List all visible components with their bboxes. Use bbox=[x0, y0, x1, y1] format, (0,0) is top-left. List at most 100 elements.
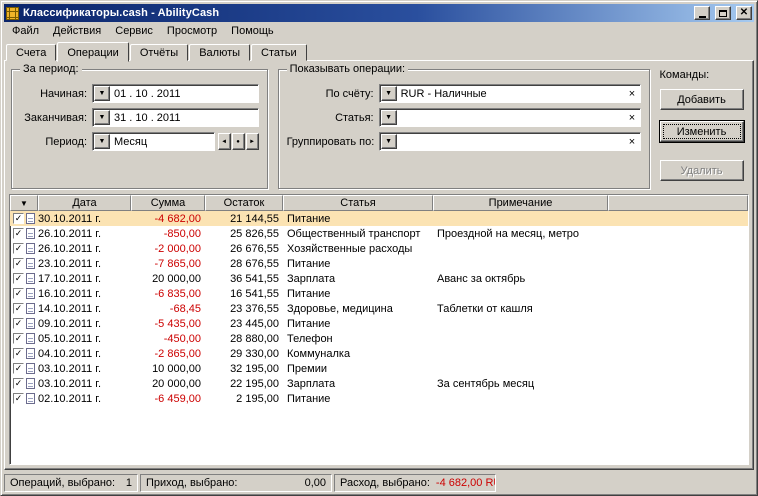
table-row[interactable]: ✓ 04.10.2011 г. -2 865,00 29 330,00 Комм… bbox=[10, 346, 748, 361]
edit-button[interactable]: Изменить bbox=[659, 121, 744, 142]
show-operations-group-title: Показывать операции: bbox=[286, 63, 409, 75]
row-balance: 28 676,55 bbox=[230, 257, 279, 270]
row-amount: 20 000,00 bbox=[152, 377, 201, 390]
row-checkbox[interactable]: ✓ bbox=[13, 393, 24, 404]
row-amount: 10 000,00 bbox=[152, 362, 201, 375]
end-date-dropdown-icon[interactable]: ▼ bbox=[94, 110, 110, 125]
account-dropdown-icon[interactable]: ▼ bbox=[380, 86, 397, 101]
operations-table: ▼ Дата Сумма Остаток Статья Примечание ✓… bbox=[9, 194, 749, 465]
table-row[interactable]: ✓ 03.10.2011 г. 20 000,00 22 195,00 Зарп… bbox=[10, 376, 748, 391]
row-balance: 23 445,00 bbox=[230, 317, 279, 330]
account-filter-field[interactable]: ▼ RUR - Наличные × bbox=[378, 84, 641, 103]
category-dropdown-icon[interactable]: ▼ bbox=[380, 110, 397, 125]
status-bar: Операций, выбрано: 1 Приход, выбрано: 0,… bbox=[4, 470, 754, 492]
row-checkbox[interactable]: ✓ bbox=[13, 348, 24, 359]
table-row[interactable]: ✓ 05.10.2011 г. -450,00 28 880,00 Телефо… bbox=[10, 331, 748, 346]
add-button[interactable]: Добавить bbox=[659, 89, 744, 110]
tab-operations[interactable]: Операции bbox=[57, 42, 129, 62]
tab-currencies[interactable]: Валюты bbox=[189, 44, 251, 61]
row-category: Телефон bbox=[287, 332, 333, 345]
table-row[interactable]: ✓ 23.10.2011 г. -7 865,00 28 676,55 Пита… bbox=[10, 256, 748, 271]
row-checkbox[interactable]: ✓ bbox=[13, 258, 24, 269]
maximize-button[interactable] bbox=[715, 6, 731, 20]
filter-column-header[interactable]: ▼ bbox=[10, 195, 38, 211]
row-amount: -4 682,00 bbox=[154, 212, 201, 225]
row-amount: -2 865,00 bbox=[154, 347, 201, 360]
row-balance: 26 676,55 bbox=[230, 242, 279, 255]
filter-area: За период: Начиная: ▼ 01 . 10 . 2011 Зак… bbox=[9, 63, 749, 189]
row-category: Коммуналка bbox=[287, 347, 351, 360]
row-checkbox[interactable]: ✓ bbox=[13, 333, 24, 344]
row-date: 26.10.2011 г. bbox=[38, 242, 102, 255]
row-category: Общественный транспорт bbox=[287, 227, 421, 240]
row-checkbox[interactable]: ✓ bbox=[13, 303, 24, 314]
row-checkbox[interactable]: ✓ bbox=[13, 363, 24, 374]
start-date-dropdown-icon[interactable]: ▼ bbox=[94, 86, 110, 101]
app-icon bbox=[6, 6, 19, 20]
period-current-icon[interactable]: ● bbox=[231, 133, 245, 150]
start-date-value: 01 . 10 . 2011 bbox=[114, 88, 181, 100]
start-date-field[interactable]: ▼ 01 . 10 . 2011 bbox=[92, 84, 259, 103]
row-category: Зарплата bbox=[287, 377, 336, 390]
menu-item-file[interactable]: Файл bbox=[5, 23, 46, 40]
tab-accounts[interactable]: Счета bbox=[6, 44, 57, 61]
tab-categories[interactable]: Статьи bbox=[251, 44, 307, 61]
row-amount: -68,45 bbox=[169, 302, 201, 315]
groupby-clear-icon[interactable]: × bbox=[625, 133, 640, 150]
start-date-label: Начиная: bbox=[40, 87, 87, 100]
operation-doc-icon bbox=[26, 393, 35, 404]
row-note: Таблетки от кашля bbox=[437, 302, 533, 315]
table-row[interactable]: ✓ 03.10.2011 г. 10 000,00 32 195,00 Прем… bbox=[10, 361, 748, 376]
table-row[interactable]: ✓ 30.10.2011 г. -4 682,00 21 144,55 Пита… bbox=[10, 211, 748, 226]
menu-item-view[interactable]: Просмотр bbox=[160, 23, 224, 40]
table-row[interactable]: ✓ 16.10.2011 г. -6 835,00 16 541,55 Пита… bbox=[10, 286, 748, 301]
operation-doc-icon bbox=[26, 273, 35, 284]
groupby-dropdown-icon[interactable]: ▼ bbox=[380, 134, 397, 149]
account-filter-label: По счёту: bbox=[325, 87, 374, 100]
period-prev-icon[interactable]: ◄ bbox=[217, 133, 231, 150]
account-clear-icon[interactable]: × bbox=[625, 85, 640, 102]
status-income: Приход, выбрано: 0,00 bbox=[140, 473, 332, 492]
period-dropdown-icon[interactable]: ▼ bbox=[94, 134, 110, 149]
category-filter-field[interactable]: ▼ × bbox=[378, 108, 641, 127]
table-row[interactable]: ✓ 26.10.2011 г. -850,00 25 826,55 Общест… bbox=[10, 226, 748, 241]
row-checkbox[interactable]: ✓ bbox=[13, 318, 24, 329]
row-amount: -7 865,00 bbox=[154, 257, 201, 270]
tab-reports[interactable]: Отчёты bbox=[129, 44, 189, 61]
status-operations: Операций, выбрано: 1 bbox=[4, 473, 138, 492]
category-column-header[interactable]: Статья bbox=[283, 195, 433, 211]
period-field[interactable]: ▼ Месяц bbox=[92, 132, 215, 151]
commands-stack: Добавить Изменить Удалить bbox=[659, 89, 747, 181]
operation-doc-icon bbox=[26, 378, 35, 389]
row-checkbox[interactable]: ✓ bbox=[13, 243, 24, 254]
title-bar: Классификаторы.cash - AbilityCash ✕ bbox=[4, 4, 754, 22]
operations-tab-panel: За период: Начиная: ▼ 01 . 10 . 2011 Зак… bbox=[4, 60, 754, 470]
category-clear-icon[interactable]: × bbox=[625, 109, 640, 126]
commands-group: Команды: Добавить Изменить Удалить bbox=[659, 69, 747, 189]
amount-column-header[interactable]: Сумма bbox=[131, 195, 205, 211]
table-row[interactable]: ✓ 09.10.2011 г. -5 435,00 23 445,00 Пита… bbox=[10, 316, 748, 331]
row-checkbox[interactable]: ✓ bbox=[13, 213, 24, 224]
menu-item-actions[interactable]: Действия bbox=[46, 23, 108, 40]
row-checkbox[interactable]: ✓ bbox=[13, 378, 24, 389]
groupby-field[interactable]: ▼ × bbox=[378, 132, 641, 151]
table-row[interactable]: ✓ 17.10.2011 г. 20 000,00 36 541,55 Зарп… bbox=[10, 271, 748, 286]
row-category: Здоровье, медицина bbox=[287, 302, 393, 315]
menu-item-service[interactable]: Сервис bbox=[108, 23, 160, 40]
balance-column-header[interactable]: Остаток bbox=[205, 195, 283, 211]
table-row[interactable]: ✓ 14.10.2011 г. -68,45 23 376,55 Здоровь… bbox=[10, 301, 748, 316]
row-checkbox[interactable]: ✓ bbox=[13, 288, 24, 299]
note-column-header[interactable]: Примечание bbox=[433, 195, 608, 211]
table-row[interactable]: ✓ 26.10.2011 г. -2 000,00 26 676,55 Хозя… bbox=[10, 241, 748, 256]
category-filter-label: Статья: bbox=[335, 111, 374, 124]
row-checkbox[interactable]: ✓ bbox=[13, 228, 24, 239]
row-checkbox[interactable]: ✓ bbox=[13, 273, 24, 284]
end-date-field[interactable]: ▼ 31 . 10 . 2011 bbox=[92, 108, 259, 127]
menu-item-help[interactable]: Помощь bbox=[224, 23, 281, 40]
date-column-header[interactable]: Дата bbox=[38, 195, 131, 211]
minimize-button[interactable] bbox=[694, 6, 710, 20]
period-next-icon[interactable]: ► bbox=[245, 133, 259, 150]
row-category: Питание bbox=[287, 257, 331, 270]
table-row[interactable]: ✓ 02.10.2011 г. -6 459,00 2 195,00 Питан… bbox=[10, 391, 748, 406]
close-button[interactable]: ✕ bbox=[736, 6, 752, 20]
